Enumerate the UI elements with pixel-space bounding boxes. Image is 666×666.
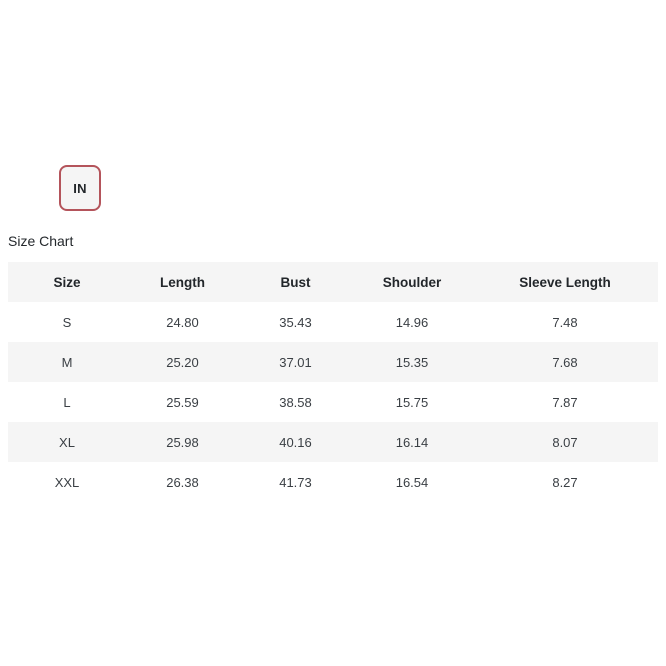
cell-bust: 35.43 xyxy=(239,302,352,342)
cell-shoulder: 15.75 xyxy=(352,382,472,422)
cell-bust: 40.16 xyxy=(239,422,352,462)
column-header-sleeve-length: Sleeve Length xyxy=(472,262,658,302)
cell-sleeve-length: 7.48 xyxy=(472,302,658,342)
column-header-shoulder: Shoulder xyxy=(352,262,472,302)
cell-sleeve-length: 7.68 xyxy=(472,342,658,382)
column-header-bust: Bust xyxy=(239,262,352,302)
table-row: S 24.80 35.43 14.96 7.48 xyxy=(8,302,658,342)
cell-size: M xyxy=(8,342,126,382)
cell-length: 25.20 xyxy=(126,342,239,382)
cell-bust: 37.01 xyxy=(239,342,352,382)
size-chart-caption: Size Chart xyxy=(8,233,74,249)
cell-length: 25.98 xyxy=(126,422,239,462)
cell-shoulder: 16.54 xyxy=(352,462,472,502)
column-header-length: Length xyxy=(126,262,239,302)
table-row: XL 25.98 40.16 16.14 8.07 xyxy=(8,422,658,462)
table-row: XXL 26.38 41.73 16.54 8.27 xyxy=(8,462,658,502)
cell-sleeve-length: 7.87 xyxy=(472,382,658,422)
cell-length: 25.59 xyxy=(126,382,239,422)
cell-bust: 41.73 xyxy=(239,462,352,502)
unit-toggle-in-button[interactable]: IN xyxy=(59,165,101,211)
table-row: M 25.20 37.01 15.35 7.68 xyxy=(8,342,658,382)
cell-shoulder: 15.35 xyxy=(352,342,472,382)
unit-toggle-in-label: IN xyxy=(73,180,87,196)
cell-shoulder: 16.14 xyxy=(352,422,472,462)
cell-size: L xyxy=(8,382,126,422)
size-chart-table-container: Size Length Bust Shoulder Sleeve Length … xyxy=(8,262,658,502)
column-header-size: Size xyxy=(8,262,126,302)
cell-size: XXL xyxy=(8,462,126,502)
size-chart-table: Size Length Bust Shoulder Sleeve Length … xyxy=(8,262,658,502)
table-body: S 24.80 35.43 14.96 7.48 M 25.20 37.01 1… xyxy=(8,302,658,502)
table-header: Size Length Bust Shoulder Sleeve Length xyxy=(8,262,658,302)
cell-shoulder: 14.96 xyxy=(352,302,472,342)
unit-toggle-group: IN xyxy=(59,165,101,211)
cell-size: XL xyxy=(8,422,126,462)
table-row: L 25.59 38.58 15.75 7.87 xyxy=(8,382,658,422)
cell-length: 24.80 xyxy=(126,302,239,342)
cell-sleeve-length: 8.27 xyxy=(472,462,658,502)
table-header-row: Size Length Bust Shoulder Sleeve Length xyxy=(8,262,658,302)
cell-bust: 38.58 xyxy=(239,382,352,422)
cell-sleeve-length: 8.07 xyxy=(472,422,658,462)
cell-size: S xyxy=(8,302,126,342)
cell-length: 26.38 xyxy=(126,462,239,502)
